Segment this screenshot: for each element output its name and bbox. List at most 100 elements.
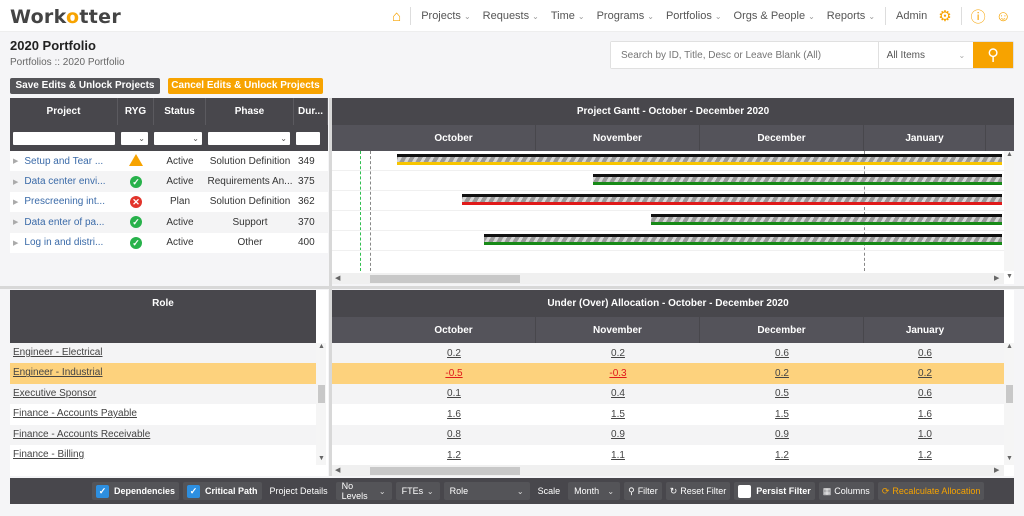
scroll-down-icon[interactable]: ▼ [1006, 455, 1013, 462]
project-filter-input[interactable] [13, 131, 115, 145]
persist-filter-toggle[interactable]: Persist Filter [734, 482, 815, 500]
allocation-cell[interactable]: 0.2 [700, 368, 864, 379]
gantt-bar-yellow[interactable] [396, 154, 1002, 165]
allocation-cell[interactable]: 0.6 [864, 388, 986, 399]
allocation-cell[interactable]: 1.5 [536, 409, 700, 420]
unit-select[interactable]: FTEs ⌄ [395, 482, 440, 500]
scrollbar-thumb[interactable] [370, 274, 520, 283]
user-icon[interactable]: ☺ [996, 8, 1011, 25]
checkbox-checked-icon[interactable]: ✓ [187, 484, 201, 498]
allocation-cell[interactable]: 0.2 [536, 348, 700, 359]
allocation-cell[interactable]: 0.4 [536, 388, 700, 399]
expand-icon[interactable]: ▶ [13, 157, 18, 165]
expand-icon[interactable]: ▶ [13, 239, 18, 247]
gantt-horizontal-scrollbar[interactable]: ◀ ▶ [332, 273, 1004, 284]
role-row-selected[interactable]: Engineer - Industrial [10, 363, 316, 384]
allocation-cell[interactable]: 0.9 [700, 429, 864, 440]
horizontal-splitter[interactable] [0, 286, 1024, 289]
allocation-cell[interactable]: -0.5 [372, 368, 536, 379]
nav-time[interactable]: Time ⌄ [551, 10, 585, 22]
breadcrumb[interactable]: Portfolios :: 2020 Portfolio [10, 57, 125, 68]
role-vertical-scrollbar[interactable]: ▲ ▼ [316, 343, 326, 465]
search-scope-select[interactable]: All Items ⌄ [877, 42, 974, 68]
column-header-duration[interactable]: Dur... [294, 98, 328, 125]
filter-button[interactable]: ⚲ Filter [624, 482, 662, 500]
home-icon[interactable]: ⌂ [392, 8, 401, 25]
role-row[interactable]: Finance - Accounts Receivable [10, 424, 316, 445]
gantt-bar-green[interactable] [483, 234, 1002, 245]
allocation-cell[interactable]: 0.5 [700, 388, 864, 399]
allocation-cell[interactable]: 0.2 [864, 368, 986, 379]
ryg-filter-select[interactable]: ⌄ [121, 131, 148, 145]
allocation-cell[interactable]: 0.6 [700, 348, 864, 359]
help-icon[interactable]: ⓘ [971, 6, 986, 27]
allocation-cell[interactable]: 1.1 [536, 450, 700, 461]
allocation-vertical-scrollbar[interactable]: ▲ ▼ [1004, 343, 1014, 465]
project-name-link[interactable]: Prescreening int... [24, 196, 105, 207]
project-row[interactable]: ▶ Setup and Tear ... Active Solution Defi… [10, 151, 328, 172]
expand-icon[interactable]: ▶ [13, 218, 18, 226]
project-row[interactable]: ▶ Data center envi... ✓ Active Requiremen… [10, 171, 328, 192]
save-edits-button[interactable]: Save Edits & Unlock Projects [10, 78, 160, 94]
gantt-bar-green[interactable] [650, 214, 1002, 225]
project-name-link[interactable]: Log in and distri... [24, 237, 103, 248]
status-filter-select[interactable]: ⌄ [154, 131, 202, 145]
allocation-horizontal-scrollbar[interactable]: ◀ ▶ [332, 465, 1004, 476]
allocation-cell[interactable]: -0.3 [536, 368, 700, 379]
cancel-edits-button[interactable]: Cancel Edits & Unlock Projects [168, 78, 323, 94]
expand-icon[interactable]: ▶ [13, 198, 18, 206]
role-row[interactable]: Finance - Billing [10, 444, 316, 466]
nav-projects[interactable]: Projects ⌄ [421, 10, 470, 22]
allocation-cell[interactable]: 0.1 [372, 388, 536, 399]
scroll-left-icon[interactable]: ◀ [335, 466, 340, 474]
scroll-up-icon[interactable]: ▲ [318, 343, 325, 350]
scroll-down-icon[interactable]: ▼ [318, 455, 325, 462]
scroll-up-icon[interactable]: ▲ [1006, 343, 1013, 350]
search-input[interactable] [611, 42, 878, 68]
scroll-right-icon[interactable]: ▶ [994, 274, 999, 282]
expand-icon[interactable]: ▶ [13, 178, 18, 186]
project-row[interactable]: ▶ Prescreening int... ✕ Plan Solution Def… [10, 191, 328, 213]
project-name-link[interactable]: Data enter of pa... [24, 217, 104, 228]
allocation-cell[interactable]: 0.2 [372, 348, 536, 359]
reset-filter-button[interactable]: ↻ Reset Filter [665, 482, 731, 500]
allocation-cell[interactable]: 1.6 [372, 409, 536, 420]
allocation-cell[interactable]: 0.8 [372, 429, 536, 440]
scale-select[interactable]: Month ⌄ [568, 482, 621, 500]
columns-button[interactable]: ▦ Columns [818, 482, 874, 500]
dependencies-toggle[interactable]: ✓ Dependencies [92, 482, 180, 500]
levels-select[interactable]: No Levels ⌄ [335, 481, 392, 501]
role-row[interactable]: Executive Sponsor [10, 383, 316, 405]
project-row[interactable]: ▶ Log in and distri... ✓ Active Other 400 [10, 232, 328, 253]
recalculate-allocation-button[interactable]: ⟳ Recalculate Allocation [877, 482, 985, 500]
column-header-project[interactable]: Project [10, 98, 118, 125]
nav-admin[interactable]: Admin [896, 10, 927, 22]
allocation-cell[interactable]: 1.2 [864, 450, 986, 461]
gear-icon[interactable]: ⚙ [938, 7, 951, 25]
scroll-left-icon[interactable]: ◀ [335, 274, 340, 282]
duration-filter-input[interactable] [296, 131, 320, 145]
allocation-cell[interactable]: 1.5 [700, 409, 864, 420]
nav-orgs-people[interactable]: Orgs & People ⌄ [734, 10, 815, 22]
allocation-cell[interactable]: 1.6 [864, 409, 986, 420]
allocation-cell[interactable]: 0.9 [536, 429, 700, 440]
scrollbar-thumb[interactable] [1006, 385, 1013, 403]
search-button[interactable]: ⚲ [973, 42, 1013, 68]
workotter-logo[interactable]: Workotter [10, 6, 121, 28]
scroll-up-icon[interactable]: ▲ [1006, 151, 1013, 158]
gantt-bar-red[interactable] [462, 194, 1002, 205]
allocation-cell[interactable]: 1.0 [864, 429, 986, 440]
column-header-status[interactable]: Status [154, 98, 206, 125]
gantt-bar-green[interactable] [593, 174, 1002, 185]
group-by-select[interactable]: Role ⌄ [443, 482, 530, 500]
role-row[interactable]: Finance - Accounts Payable [10, 404, 316, 425]
scroll-right-icon[interactable]: ▶ [994, 466, 999, 474]
checkbox-checked-icon[interactable]: ✓ [96, 484, 109, 498]
role-row[interactable]: Engineer - Electrical [10, 343, 316, 364]
scrollbar-thumb[interactable] [370, 466, 520, 475]
allocation-cell[interactable]: 1.2 [372, 450, 536, 461]
allocation-cell[interactable]: 0.6 [864, 348, 986, 359]
project-name-link[interactable]: Setup and Tear ... [24, 156, 103, 167]
project-row[interactable]: ▶ Data enter of pa... ✓ Active Support 37… [10, 212, 328, 233]
column-header-phase[interactable]: Phase [206, 98, 294, 125]
